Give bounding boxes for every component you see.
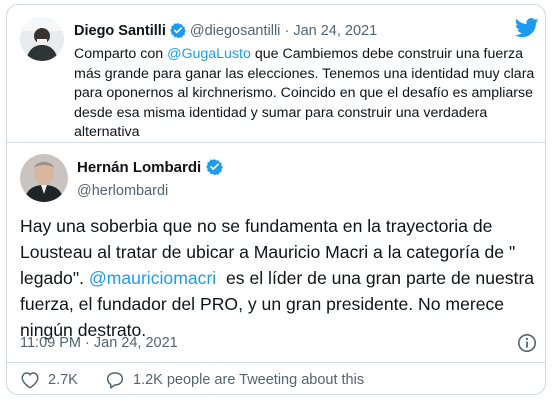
replies-text: 1.2K people are Tweeting about this xyxy=(133,372,365,388)
reply-action[interactable]: 1.2K people are Tweeting about this xyxy=(105,371,364,389)
like-action[interactable]: 2.7K xyxy=(20,371,78,389)
heart-icon[interactable] xyxy=(20,371,40,389)
tweet-mention-link[interactable]: @mauriciomacri xyxy=(89,268,216,288)
quoted-tweet-date[interactable]: Jan 24, 2021 xyxy=(293,23,377,39)
twitter-bird-icon[interactable] xyxy=(514,18,539,43)
tweet-card: Diego Santilli @diegosantilli · Jan 24, … xyxy=(6,4,546,395)
quoted-text-start: Comparto con xyxy=(74,46,168,62)
info-icon[interactable] xyxy=(517,333,537,358)
like-count: 2.7K xyxy=(48,372,78,388)
dot-separator: · xyxy=(284,23,290,39)
speech-bubble-icon[interactable] xyxy=(105,371,125,389)
tweet-timestamp[interactable]: 11:09 PM · Jan 24, 2021 xyxy=(20,335,178,351)
author-name[interactable]: Hernán Lombardi xyxy=(77,159,201,176)
verified-badge-icon xyxy=(205,158,223,180)
tweet-text: Hay una soberbia que no se fundamenta en… xyxy=(20,213,540,343)
quoted-author-avatar[interactable] xyxy=(20,17,64,61)
quoted-author-handle[interactable]: @diegosantilli xyxy=(190,23,281,39)
quoted-mention-link[interactable]: @GugaLusto xyxy=(167,46,251,62)
author-handle[interactable]: @herlombardi xyxy=(77,183,223,199)
quote-divider xyxy=(7,142,545,143)
quoted-tweet-header: Diego Santilli @diegosantilli · Jan 24, … xyxy=(74,22,377,42)
author-info: Hernán Lombardi @herlombardi xyxy=(77,158,223,199)
author-avatar[interactable] xyxy=(20,154,68,202)
quoted-tweet-text: Comparto con @GugaLusto que Cambiemos de… xyxy=(74,45,536,143)
actions-divider xyxy=(7,362,545,363)
verified-badge-icon xyxy=(169,22,186,42)
quoted-author-name[interactable]: Diego Santilli xyxy=(74,23,166,39)
